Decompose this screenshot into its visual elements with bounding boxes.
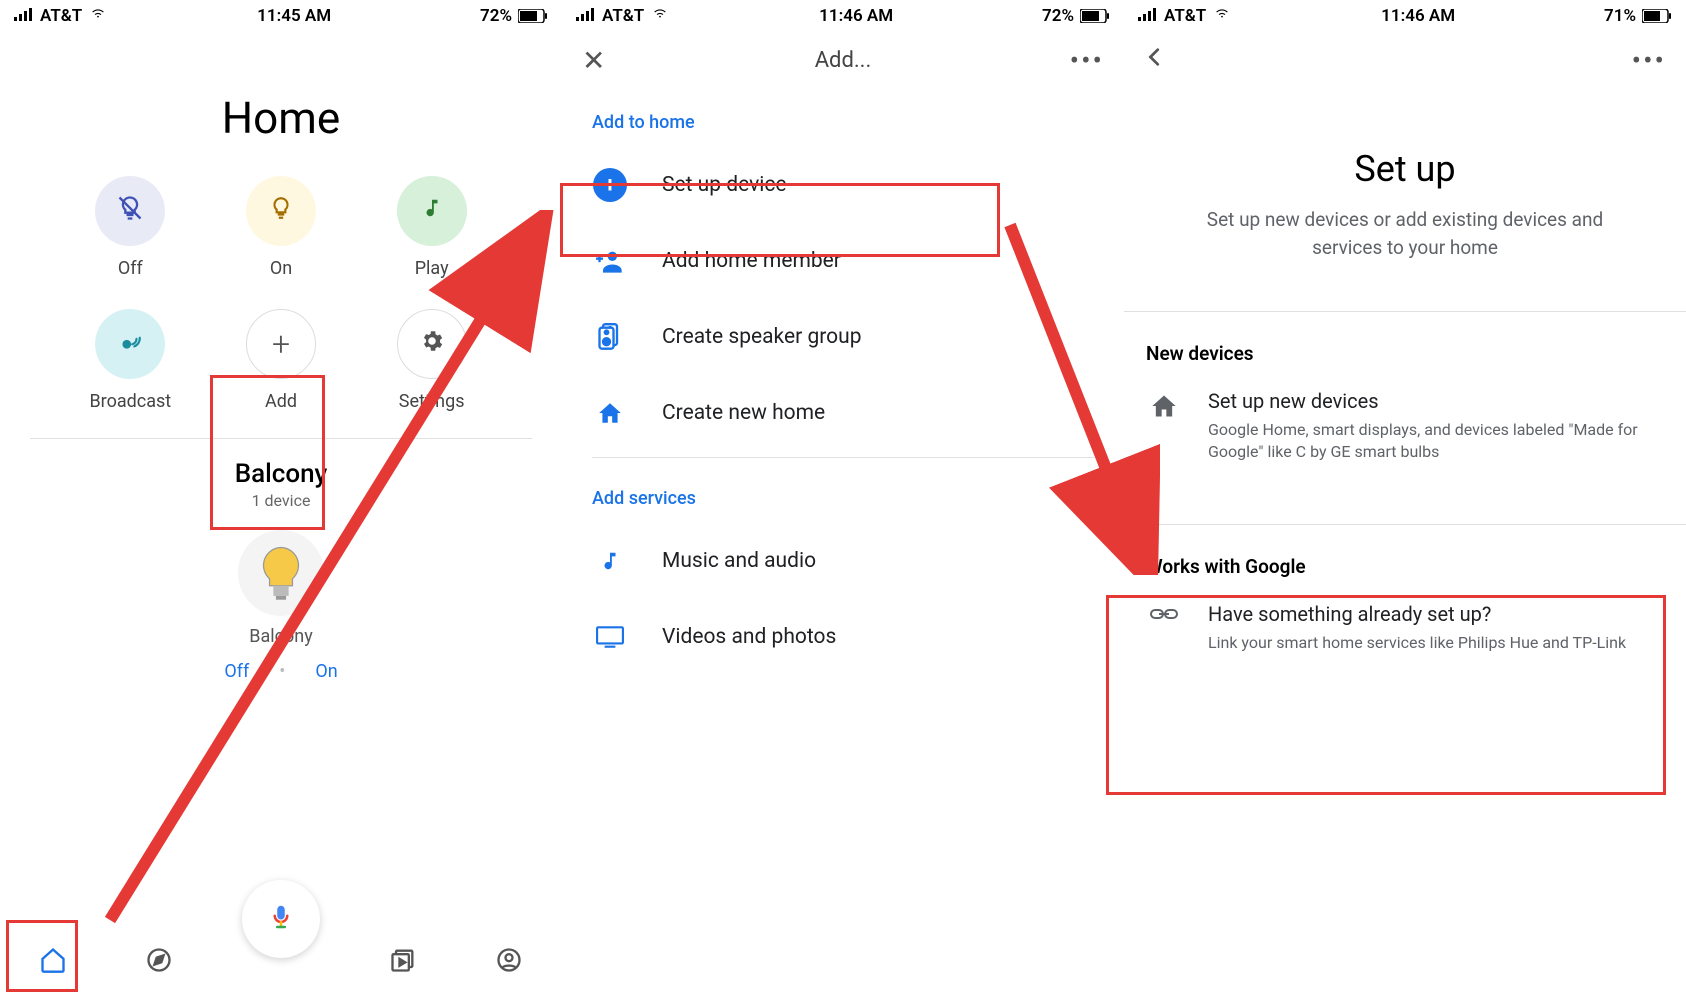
battery-icon xyxy=(1080,9,1110,23)
person-add-icon xyxy=(592,249,628,273)
setup-title: Set up xyxy=(1124,148,1686,190)
action-off[interactable]: Off xyxy=(60,176,201,279)
action-on-label: On xyxy=(270,258,292,279)
signal-icon xyxy=(1138,6,1158,26)
item-title: Have something already set up? xyxy=(1208,602,1664,626)
item-speaker-group[interactable]: Create speaker group xyxy=(562,299,1124,375)
music-note-icon xyxy=(592,549,628,573)
nav-account-icon[interactable] xyxy=(495,946,523,978)
section-works-with-google: Works with Google xyxy=(1124,524,1686,586)
clock-label: 11:46 AM xyxy=(1232,6,1604,26)
item-label: Videos and photos xyxy=(662,625,836,649)
battery-pct: 72% xyxy=(480,6,512,26)
item-create-home[interactable]: Create new home xyxy=(562,375,1124,451)
broadcast-icon xyxy=(117,330,143,358)
action-settings-label: Settings xyxy=(399,391,465,412)
battery-icon xyxy=(1642,9,1672,23)
wifi-icon xyxy=(650,6,670,26)
item-setup-device[interactable]: + Set up device xyxy=(562,147,1124,223)
item-label: Create speaker group xyxy=(662,325,862,349)
device-name: Balcony xyxy=(249,626,313,647)
dot-separator: • xyxy=(279,661,285,682)
action-broadcast-label: Broadcast xyxy=(89,391,171,412)
speaker-group-icon xyxy=(592,323,628,351)
battery-pct: 72% xyxy=(1042,6,1074,26)
screen-setup: AT&T 11:46 AM 71% ••• Set up Set up new … xyxy=(1124,0,1686,1000)
action-play-label: Play xyxy=(415,258,449,279)
item-label: Music and audio xyxy=(662,549,816,573)
action-broadcast[interactable]: Broadcast xyxy=(60,309,201,412)
setup-subtitle: Set up new devices or add existing devic… xyxy=(1124,190,1686,261)
carrier-label: AT&T xyxy=(602,6,644,26)
clock-label: 11:45 AM xyxy=(108,6,480,26)
more-icon[interactable]: ••• xyxy=(1632,44,1666,77)
status-bar: AT&T 11:45 AM 72% xyxy=(0,0,562,32)
item-videos[interactable]: Videos and photos xyxy=(562,599,1124,675)
plus-circle-icon: + xyxy=(592,168,628,202)
status-bar: AT&T 11:46 AM 71% xyxy=(1124,0,1686,32)
divider xyxy=(592,457,1094,458)
lightbulb-off-icon xyxy=(116,194,144,228)
screen-add: AT&T 11:46 AM 72% ✕ Add... ••• Add to ho… xyxy=(562,0,1124,1000)
action-play[interactable]: Play xyxy=(361,176,502,279)
item-subtitle: Link your smart home services like Phili… xyxy=(1208,632,1664,654)
clock-label: 11:46 AM xyxy=(670,6,1042,26)
item-already-setup[interactable]: Have something already set up? Link your… xyxy=(1124,586,1686,674)
item-setup-new-devices[interactable]: Set up new devices Google Home, smart di… xyxy=(1124,373,1686,484)
wifi-icon xyxy=(1212,6,1232,26)
device-bulb-icon xyxy=(238,530,324,616)
battery-pct: 71% xyxy=(1604,6,1636,26)
page-title: Home xyxy=(0,92,562,144)
device-on-button[interactable]: On xyxy=(315,661,337,682)
battery-icon xyxy=(518,9,548,23)
item-title: Set up new devices xyxy=(1208,389,1664,413)
back-icon[interactable] xyxy=(1144,46,1166,74)
tv-icon xyxy=(592,626,628,648)
item-label: Set up device xyxy=(662,173,787,197)
nav-home-icon[interactable] xyxy=(39,946,67,978)
wifi-icon xyxy=(88,6,108,26)
action-add[interactable]: + Add xyxy=(211,309,352,412)
gear-icon xyxy=(419,328,445,360)
action-add-label: Add xyxy=(265,391,297,412)
music-note-icon xyxy=(421,197,443,225)
divider xyxy=(30,438,532,439)
device-tile[interactable]: Balcony Off • On xyxy=(206,530,356,682)
item-add-member[interactable]: Add home member xyxy=(562,223,1124,299)
carrier-label: AT&T xyxy=(40,6,82,26)
carrier-label: AT&T xyxy=(1164,6,1206,26)
action-settings[interactable]: Settings xyxy=(361,309,502,412)
nav-discover-icon[interactable] xyxy=(145,946,173,978)
bottom-nav xyxy=(0,924,562,1000)
close-icon[interactable]: ✕ xyxy=(582,44,605,77)
signal-icon xyxy=(14,6,34,26)
item-subtitle: Google Home, smart displays, and devices… xyxy=(1208,419,1664,464)
link-icon xyxy=(1146,602,1182,654)
header-title: Add... xyxy=(642,48,1044,73)
plus-icon: + xyxy=(272,325,290,363)
home-outline-icon xyxy=(1146,389,1182,464)
home-icon xyxy=(592,401,628,425)
screen-home: AT&T 11:45 AM 72% Home Off On Play xyxy=(0,0,562,1000)
action-off-label: Off xyxy=(118,258,143,279)
more-icon[interactable]: ••• xyxy=(1070,44,1104,77)
room-device-count: 1 device xyxy=(0,491,562,510)
action-on[interactable]: On xyxy=(211,176,352,279)
section-add-services: Add services xyxy=(562,464,1124,523)
room-header: Balcony 1 device xyxy=(0,459,562,510)
device-off-button[interactable]: Off xyxy=(224,661,249,682)
status-bar: AT&T 11:46 AM 72% xyxy=(562,0,1124,32)
nav-media-icon[interactable] xyxy=(389,946,417,978)
item-label: Create new home xyxy=(662,401,825,425)
signal-icon xyxy=(576,6,596,26)
room-name: Balcony xyxy=(0,459,562,489)
lightbulb-on-icon xyxy=(268,195,294,227)
item-label: Add home member xyxy=(662,249,841,273)
section-add-to-home: Add to home xyxy=(562,88,1124,147)
item-music[interactable]: Music and audio xyxy=(562,523,1124,599)
section-new-devices: New devices xyxy=(1124,311,1686,373)
